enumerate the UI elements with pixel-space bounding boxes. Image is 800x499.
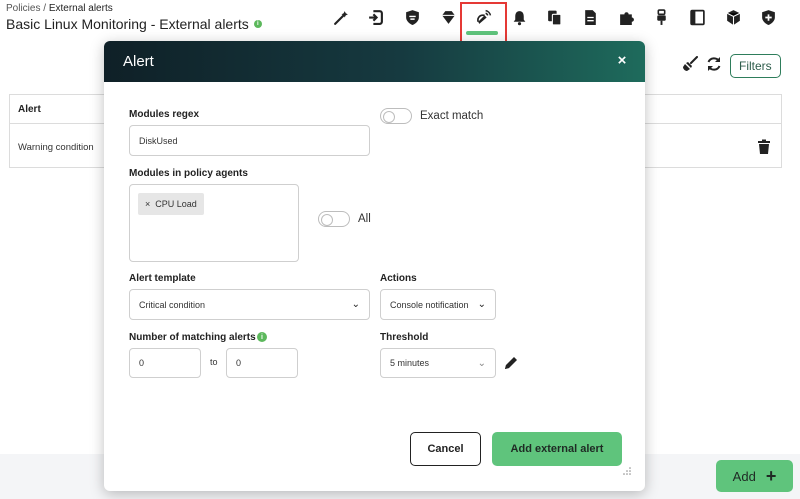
matching-alerts-from-input[interactable]	[129, 348, 201, 378]
breadcrumb: Policies / External alerts	[6, 3, 113, 14]
modules-agents-label: Modules in policy agents	[129, 168, 248, 179]
breadcrumb-separator: /	[40, 3, 49, 14]
alert-template-select[interactable]: Critical condition ⌄	[129, 289, 370, 320]
matching-alerts-to-input[interactable]	[226, 348, 298, 378]
alert-template-value: Critical condition	[139, 299, 206, 310]
alert-column-header[interactable]: Alert	[18, 104, 41, 115]
sign-in-icon[interactable]	[362, 4, 388, 30]
page-title-text: Basic Linux Monitoring - External alerts	[6, 16, 249, 32]
remove-chip-icon[interactable]: ×	[145, 199, 150, 209]
wand-icon[interactable]	[328, 4, 354, 30]
actions-value: Console notification	[390, 299, 469, 310]
puzzle-icon[interactable]	[613, 4, 639, 30]
filters-button[interactable]: Filters	[730, 54, 781, 78]
shield-plus-icon[interactable]	[755, 4, 781, 30]
add-button-label: Add	[732, 468, 756, 484]
page-title: Basic Linux Monitoring - External alerts…	[6, 16, 262, 32]
chevron-down-icon: ⌄	[477, 357, 486, 369]
chevron-down-icon: ⌄	[477, 299, 486, 310]
pencil-icon[interactable]	[503, 355, 519, 371]
alert-template-label: Alert template	[129, 273, 196, 284]
threshold-value: 5 minutes	[390, 358, 430, 368]
bell-icon[interactable]	[506, 4, 532, 30]
exact-match-toggle[interactable]	[380, 108, 412, 124]
modules-regex-label: Modules regex	[129, 109, 200, 120]
alert-dialog: Alert × Modules regex Exact match Module…	[104, 41, 645, 491]
close-icon[interactable]: ×	[613, 51, 631, 69]
actions-label: Actions	[380, 273, 417, 284]
page-header: Policies / External alerts Basic Linux M…	[0, 0, 800, 44]
active-tab-indicator	[466, 31, 498, 35]
plus-icon: +	[765, 466, 777, 486]
bell-signal-icon[interactable]	[470, 4, 496, 30]
threshold-select[interactable]: 5 minutes ⌄	[380, 348, 496, 378]
modules-regex-input[interactable]	[129, 125, 370, 156]
list-tools: Filters	[682, 54, 781, 78]
to-label: to	[210, 357, 218, 367]
trash-icon[interactable]	[757, 139, 771, 155]
info-icon[interactable]: i	[253, 20, 262, 28]
breadcrumb-current: External alerts	[48, 3, 113, 14]
table-row[interactable]: Warning condition	[18, 142, 94, 153]
plug-icon[interactable]	[648, 4, 674, 30]
dialog-header: Alert ×	[104, 41, 645, 82]
cancel-button[interactable]: Cancel	[410, 432, 481, 466]
breadcrumb-parent[interactable]: Policies	[6, 3, 40, 14]
matching-alerts-label: Number of matching alerts	[129, 332, 256, 343]
module-chip-label: CPU Load	[155, 199, 197, 209]
copy-icon[interactable]	[541, 4, 567, 30]
book-icon[interactable]	[684, 4, 710, 30]
add-external-alert-button[interactable]: Add external alert	[492, 432, 622, 466]
resize-handle-icon[interactable]	[623, 467, 631, 475]
dialog-title: Alert	[123, 53, 154, 70]
cube-icon[interactable]	[720, 4, 746, 30]
file-icon[interactable]	[577, 4, 603, 30]
refresh-icon[interactable]	[706, 56, 722, 77]
actions-select[interactable]: Console notification ⌄	[380, 289, 496, 320]
shield-icon[interactable]	[399, 4, 425, 30]
all-toggle[interactable]	[318, 211, 350, 227]
module-chip: × CPU Load	[138, 193, 204, 215]
modules-agents-select[interactable]: × CPU Load	[129, 184, 299, 262]
threshold-label: Threshold	[380, 332, 429, 343]
broom-icon[interactable]	[682, 55, 698, 77]
exact-match-label: Exact match	[420, 110, 484, 122]
gem-icon[interactable]	[435, 4, 461, 30]
chevron-down-icon: ⌄	[351, 299, 360, 310]
info-icon[interactable]: i	[257, 332, 267, 342]
all-label: All	[358, 213, 371, 225]
add-button[interactable]: Add +	[716, 460, 793, 492]
